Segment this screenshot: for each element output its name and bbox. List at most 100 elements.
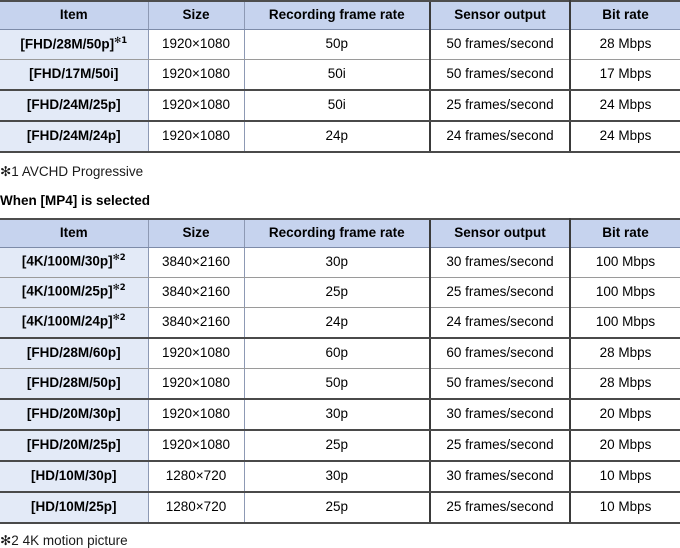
cell-item: [FHD/17M/50i] <box>0 59 148 91</box>
column-header-bit-rate: Bit rate <box>570 217 680 248</box>
cell-sensor-output: 25 frames/second <box>429 277 571 308</box>
cell-size: 1920×1080 <box>147 29 244 60</box>
cell-size: 1920×1080 <box>147 337 244 369</box>
cell-sensor-output: 50 frames/second <box>429 368 571 400</box>
column-header-recording-frame-rate: Recording frame rate <box>243 0 430 30</box>
column-header-sensor-output: Sensor output <box>429 0 571 30</box>
cell-sensor-output: 60 frames/second <box>429 337 571 369</box>
cell-bit-rate: 17 Mbps <box>570 59 680 91</box>
cell-frame-rate: 30p <box>243 398 430 431</box>
cell-sensor-output: 30 frames/second <box>429 398 571 431</box>
cell-frame-rate: 30p <box>243 460 430 493</box>
mp4-table-header: Item Size Recording frame rate Sensor ou… <box>0 217 680 248</box>
table-row: [FHD/24M/25p] 1920×1080 50i 25 frames/secon… <box>0 90 680 122</box>
cell-item: [HD/10M/25p] <box>0 491 148 524</box>
cell-frame-rate: 50p <box>243 368 430 400</box>
cell-size: 1920×1080 <box>147 121 244 153</box>
avchd-table-header: Item Size Recording frame rate Sensor ou… <box>0 0 680 30</box>
column-header-recording-frame-rate: Recording frame rate <box>243 217 430 248</box>
cell-sensor-output: 25 frames/second <box>429 90 571 122</box>
cell-bit-rate: 100 Mbps <box>570 277 680 308</box>
column-header-size: Size <box>147 217 244 248</box>
cell-frame-rate: 25p <box>243 277 430 308</box>
cell-frame-rate: 24p <box>243 307 430 339</box>
column-header-item: Item <box>0 217 148 248</box>
table-row: [4K/100M/30p]✻2 3840×2160 30p 30 frames/sec… <box>0 247 680 278</box>
cell-bit-rate: 100 Mbps <box>570 247 680 278</box>
cell-sensor-output: 50 frames/second <box>429 29 571 60</box>
table-row: [4K/100M/25p]✻2 3840×2160 25p 25 frames/sec… <box>0 277 680 308</box>
cell-size: 1920×1080 <box>147 59 244 91</box>
cell-item: [FHD/28M/50p] <box>0 368 148 400</box>
cell-frame-rate: 50i <box>243 59 430 91</box>
table-row: [FHD/28M/50p] 1920×1080 50p 50 frames/secon… <box>0 368 680 400</box>
column-header-size: Size <box>147 0 244 30</box>
cell-size: 1920×1080 <box>147 398 244 431</box>
section-title-mp4: When [MP4] is selected <box>0 192 151 208</box>
cell-size: 1920×1080 <box>147 368 244 400</box>
cell-sensor-output: 24 frames/second <box>429 307 571 339</box>
cell-frame-rate: 50i <box>243 90 430 122</box>
cell-bit-rate: 10 Mbps <box>570 491 680 524</box>
table-row: [FHD/20M/30p] 1920×1080 30p 30 frames/secon… <box>0 398 680 431</box>
cell-item: [4K/100M/25p]✻2 <box>0 277 148 308</box>
column-header-sensor-output: Sensor output <box>429 217 571 248</box>
table-row: [FHD/28M/60p] 1920×1080 60p 60 frames/secon… <box>0 337 680 369</box>
cell-item: [HD/10M/30p] <box>0 460 148 493</box>
cell-item: [FHD/28M/50p]✻1 <box>0 29 148 60</box>
cell-item: [4K/100M/30p]✻2 <box>0 247 148 278</box>
table-row: [FHD/20M/25p] 1920×1080 25p 25 frames/secon… <box>0 429 680 462</box>
footnote-1: ✻1 AVCHD Progressive <box>0 164 144 179</box>
cell-size: 3840×2160 <box>147 307 244 339</box>
cell-frame-rate: 24p <box>243 121 430 153</box>
mp4-recording-quality-table: Item Size Recording frame rate Sensor ou… <box>0 217 680 524</box>
footnote-marker: ✻2 <box>112 283 126 294</box>
cell-bit-rate: 28 Mbps <box>570 368 680 400</box>
column-header-bit-rate: Bit rate <box>570 0 680 30</box>
cell-item: [FHD/28M/60p] <box>0 337 148 369</box>
footnote-marker: ✻2 <box>112 313 126 324</box>
table-row: [4K/100M/24p]✻2 3840×2160 24p 24 frames/sec… <box>0 307 680 339</box>
cell-item: [FHD/24M/25p] <box>0 90 148 122</box>
table-row: [HD/10M/30p] 1280×720 30p 30 frames/second 1… <box>0 460 680 493</box>
cell-sensor-output: 25 frames/second <box>429 429 571 462</box>
column-header-item: Item <box>0 0 148 30</box>
avchd-table-body: [FHD/28M/50p]✻1 1920×1080 50p 50 frames/sec… <box>0 29 680 153</box>
cell-size: 1920×1080 <box>147 90 244 122</box>
cell-size: 3840×2160 <box>147 277 244 308</box>
avchd-recording-quality-table: Item Size Recording frame rate Sensor ou… <box>0 0 680 153</box>
cell-bit-rate: 20 Mbps <box>570 398 680 431</box>
cell-frame-rate: 50p <box>243 29 430 60</box>
cell-bit-rate: 100 Mbps <box>570 307 680 339</box>
cell-bit-rate: 28 Mbps <box>570 337 680 369</box>
mp4-table-body: [4K/100M/30p]✻2 3840×2160 30p 30 frames/sec… <box>0 247 680 524</box>
cell-bit-rate: 20 Mbps <box>570 429 680 462</box>
cell-sensor-output: 25 frames/second <box>429 491 571 524</box>
cell-size: 1280×720 <box>147 491 244 524</box>
cell-bit-rate: 24 Mbps <box>570 121 680 153</box>
footnote-marker: ✻2 <box>112 253 126 264</box>
table-row: [FHD/17M/50i] 1920×1080 50i 50 frames/secon… <box>0 59 680 91</box>
spec-page: Item Size Recording frame rate Sensor ou… <box>0 0 680 548</box>
cell-frame-rate: 30p <box>243 247 430 278</box>
table-row: [FHD/24M/24p] 1920×1080 24p 24 frames/secon… <box>0 121 680 153</box>
cell-size: 3840×2160 <box>147 247 244 278</box>
footnote-marker: ✻1 <box>114 35 128 46</box>
cell-item: [4K/100M/24p]✻2 <box>0 307 148 339</box>
cell-size: 1920×1080 <box>147 429 244 462</box>
table-row: [FHD/28M/50p]✻1 1920×1080 50p 50 frames/sec… <box>0 29 680 60</box>
cell-item: [FHD/20M/30p] <box>0 398 148 431</box>
cell-sensor-output: 24 frames/second <box>429 121 571 153</box>
cell-frame-rate: 25p <box>243 491 430 524</box>
cell-sensor-output: 50 frames/second <box>429 59 571 91</box>
table-row: [HD/10M/25p] 1280×720 25p 25 frames/second 1… <box>0 491 680 524</box>
cell-sensor-output: 30 frames/second <box>429 460 571 493</box>
cell-bit-rate: 24 Mbps <box>570 90 680 122</box>
cell-item: [FHD/20M/25p] <box>0 429 148 462</box>
cell-frame-rate: 60p <box>243 337 430 369</box>
cell-bit-rate: 28 Mbps <box>570 29 680 60</box>
cell-size: 1280×720 <box>147 460 244 493</box>
cell-sensor-output: 30 frames/second <box>429 247 571 278</box>
cell-item: [FHD/24M/24p] <box>0 121 148 153</box>
cell-frame-rate: 25p <box>243 429 430 462</box>
